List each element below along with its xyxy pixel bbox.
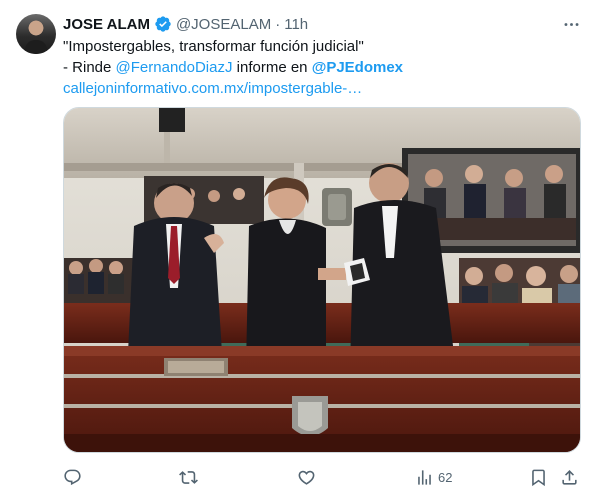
retweet-button[interactable] — [179, 465, 198, 489]
views-button[interactable]: 62 — [415, 465, 452, 489]
text-middle: informe en — [232, 59, 312, 76]
separator-dot: · — [275, 15, 281, 33]
share-button[interactable] — [560, 465, 579, 489]
retweet-icon — [179, 470, 198, 484]
like-button[interactable] — [297, 465, 316, 489]
share-icon — [562, 469, 577, 485]
mention-link[interactable]: @PJEdomex — [312, 59, 403, 76]
bookmark-button[interactable] — [529, 465, 548, 489]
tweet-text: "Impostergables, transformar función jud… — [63, 36, 578, 99]
avatar[interactable] — [16, 14, 56, 54]
views-icon — [418, 469, 431, 485]
url-link[interactable]: callejoninformativo.com.mx/impostergable… — [63, 78, 578, 99]
timestamp[interactable]: 11h — [284, 16, 308, 33]
text-prefix: - Rinde — [63, 59, 116, 76]
more-icon[interactable] — [560, 13, 582, 35]
tweet-photo[interactable] — [63, 107, 581, 453]
reply-button[interactable] — [63, 465, 82, 489]
tweet-text-line-1: "Impostergables, transformar función jud… — [63, 38, 364, 55]
tweet-header: JOSE ALAM @JOSEALAM · 11h — [63, 13, 308, 35]
like-icon — [298, 470, 315, 485]
reply-icon — [64, 469, 81, 485]
author-name[interactable]: JOSE ALAM — [63, 16, 150, 33]
bookmark-icon — [532, 469, 545, 486]
action-bar: 62 — [63, 465, 581, 489]
tweet-text-line-2: - Rinde @FernandoDiazJ informe en @PJEdo… — [63, 57, 578, 78]
views-count: 62 — [438, 469, 453, 485]
verified-badge-icon — [155, 16, 171, 32]
mention-link[interactable]: @FernandoDiazJ — [116, 59, 233, 76]
author-handle[interactable]: @JOSEALAM — [176, 16, 271, 33]
tweet-card[interactable]: JOSE ALAM @JOSEALAM · 11h "Impostergable… — [0, 0, 598, 501]
photo-content — [64, 108, 580, 452]
